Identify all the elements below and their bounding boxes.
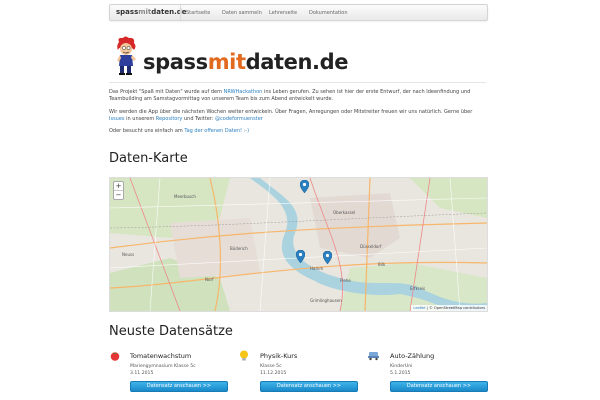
view-dataset-button[interactable]: Datensatz anschauen >> — [130, 381, 228, 392]
view-dataset-button[interactable]: Datensatz anschauen >> — [260, 381, 358, 392]
brand-part-2: mit — [138, 8, 152, 16]
logo-wordmark: spassmitdaten.de — [143, 50, 349, 74]
issues-link[interactable]: Issues — [109, 116, 125, 122]
map-label-norf: Norf — [205, 277, 214, 282]
mascot-logo-icon — [117, 36, 136, 75]
map-tiles: Meerbusch Neuss Oberkassel Düsseldorf Bi… — [110, 178, 487, 311]
view-dataset-button[interactable]: Datensatz anschauen >> — [390, 381, 488, 392]
map-label-erfkreis: Erfkreis — [410, 286, 425, 291]
intro-text: in unserem — [124, 116, 156, 122]
zoom-in-button[interactable]: + — [114, 182, 123, 190]
dataset-school: Mariengymnasium Klasse 5c — [130, 364, 196, 369]
zoom-control: + − — [113, 181, 124, 200]
logo-part-1: spass — [143, 50, 208, 74]
brand-part-1: spass — [116, 8, 139, 16]
map-label-hamm: Hamm — [310, 266, 323, 271]
intro-paragraph-1: Das Projekt "Spaß mit Daten" wurde auf d… — [109, 89, 486, 103]
map-section-title: Daten-Karte — [109, 151, 188, 166]
logo-part-2: mit — [207, 50, 246, 74]
zoom-out-button[interactable]: − — [114, 190, 123, 199]
map-marker-icon[interactable] — [300, 180, 309, 193]
navbar-divider — [180, 5, 181, 20]
dataset-date: 3.11.2015 — [130, 371, 154, 376]
brand-part-3: daten.de — [151, 8, 187, 16]
map-marker-icon[interactable] — [296, 250, 305, 263]
map-label-flehe: Flehe — [340, 278, 351, 283]
top-navbar: spassmitdaten.de Startseite Daten sammel… — [109, 4, 488, 21]
navbar-brand[interactable]: spassmitdaten.de — [116, 8, 187, 16]
dataset-date: 11.12.2015 — [260, 371, 287, 376]
leaflet-link[interactable]: Leaflet — [413, 306, 425, 310]
data-map[interactable]: Meerbusch Neuss Oberkassel Düsseldorf Bi… — [109, 177, 488, 312]
datasets-section-title: Neuste Datensätze — [109, 324, 233, 339]
map-marker-icon[interactable] — [323, 251, 332, 264]
dataset-school: Klasse 5c — [260, 364, 282, 369]
divider — [109, 82, 486, 83]
nav-link-lehrerseite[interactable]: Lehrerseite — [269, 10, 297, 16]
osm-attribution: | © OpenStreetMap contributors — [425, 306, 485, 310]
repository-link[interactable]: Repository — [156, 116, 183, 122]
tomato-icon — [110, 352, 120, 361]
map-attribution: Leaflet | © OpenStreetMap contributors — [411, 305, 487, 311]
map-label-bilk: Bilk — [378, 262, 386, 267]
map-label-oberkassel: Oberkassel — [333, 210, 355, 215]
dataset-title: Physik-Kurs — [260, 352, 298, 360]
intro-text: und Twitter: — [182, 116, 216, 122]
dataset-date: 5.1.2015 — [390, 371, 411, 376]
map-label-meerbusch: Meerbusch — [174, 194, 196, 199]
intro-text: Oder besucht uns einfach am — [109, 128, 185, 134]
nav-link-daten-sammeln[interactable]: Daten sammeln — [222, 10, 262, 16]
logo-part-3: daten.de — [245, 50, 349, 74]
twitter-link[interactable]: @codeformuenster — [215, 116, 263, 122]
intro-text: Das Projekt "Spaß mit Daten" wurde auf d… — [109, 89, 224, 95]
nav-link-dokumentation[interactable]: Dokumentation — [309, 10, 348, 16]
dataset-title: Auto-Zählung — [390, 352, 435, 360]
map-label-dusseldorf: Düsseldorf — [360, 244, 382, 249]
map-label-neuss: Neuss — [122, 252, 134, 257]
nav-link-startseite[interactable]: Startseite — [186, 10, 210, 16]
intro-text: Wir werden die App über die nächsten Woc… — [109, 109, 473, 115]
lightbulb-icon — [240, 350, 248, 361]
intro-paragraph-2: Wir werden die App über die nächsten Woc… — [109, 109, 486, 123]
dataset-title: Tomatenwachstum — [130, 352, 192, 360]
intro-paragraph-3: Oder besucht uns einfach am Tag der offe… — [109, 128, 486, 135]
open-data-day-link[interactable]: Tag der offenen Daten! :-) — [184, 128, 249, 134]
map-label-grimlinghausen: Grimlinghausen — [310, 298, 342, 303]
traffic-icon — [368, 352, 379, 361]
nrwhackathon-link[interactable]: NRWHackathon — [224, 89, 263, 95]
dataset-school: KinderUni — [390, 364, 413, 369]
map-label-buderich: Büderich — [230, 246, 248, 251]
